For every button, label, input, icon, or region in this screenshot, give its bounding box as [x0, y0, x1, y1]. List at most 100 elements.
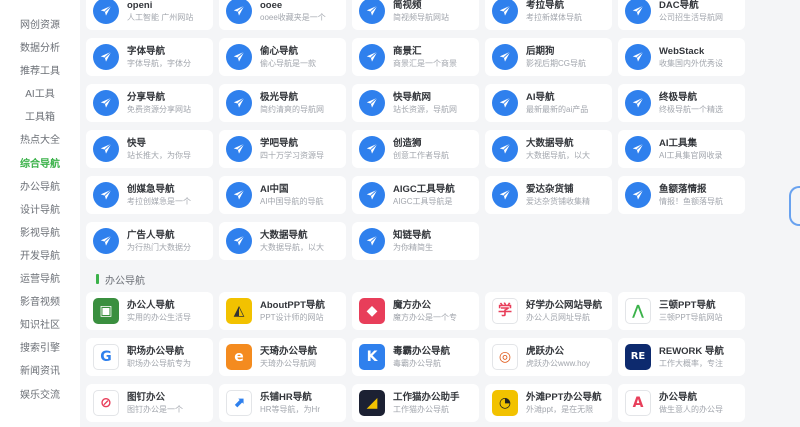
nav-card[interactable]: 创媒急导航 考拉创媒急是一个 — [86, 176, 213, 214]
sidebar-item[interactable]: 搜索引擎 — [8, 337, 72, 360]
k-letter-icon: K — [359, 344, 385, 370]
g-box-icon: G — [93, 344, 119, 370]
sidebar-item[interactable]: 设计导航 — [8, 199, 72, 222]
card-title: 商景汇 — [393, 45, 422, 57]
sidebar-item[interactable]: 工具箱 — [8, 106, 72, 129]
card-text: 考拉导航 考拉新媒体导航 — [526, 0, 610, 24]
card-title: AI工具集 — [659, 137, 698, 149]
card-title: AI中国 — [260, 183, 289, 195]
main-content: openi 人工智能 广州网站 ooee ooee收藏夹是一个 简视频 简视频导航网站 考拉… — [86, 0, 748, 427]
card-title: 工作猫办公助手 — [393, 391, 460, 403]
paper-plane-icon — [359, 90, 385, 116]
card-title: 办公人导航 — [127, 299, 175, 311]
card-title: 天琦办公导航 — [260, 345, 318, 357]
card-description: 毒霸办公导航 — [393, 358, 441, 368]
nav-card[interactable]: ⋀ 三顿PPT导航 三顿PPT导航网站 — [618, 292, 745, 330]
nav-card[interactable]: 鱼额落情报 情报！鱼额落导航 — [618, 176, 745, 214]
card-description: 考拉创媒急是一个 — [127, 196, 191, 206]
card-description: 影视后期CG导航 — [526, 58, 586, 68]
card-text: 大数据导航 大数据导航，以大 — [260, 229, 344, 254]
nav-card[interactable]: 分享导航 免费资源分享网站 — [86, 84, 213, 122]
paper-plane-icon — [492, 182, 518, 208]
card-description: 四十万学习资源导 — [260, 150, 324, 160]
sidebar-item[interactable]: 娱乐交流 — [8, 384, 72, 407]
nav-card[interactable]: 后期狗 影视后期CG导航 — [485, 38, 612, 76]
nav-card[interactable]: ⊘ 图钉办公 图钉办公是一个 — [86, 384, 213, 422]
sidebar-item[interactable]: 热点大全 — [8, 129, 72, 152]
nav-card[interactable]: 大数据导航 大数据导航，以大 — [485, 130, 612, 168]
paper-plane-icon — [492, 90, 518, 116]
nav-card[interactable]: ◭ AboutPPT导航 PPT设计师的网站 — [219, 292, 346, 330]
nav-card[interactable]: openi 人工智能 广州网站 — [86, 0, 213, 30]
nav-card[interactable]: 字体导航 字体导航，字体分 — [86, 38, 213, 76]
sidebar-item[interactable]: AI工具 — [8, 83, 72, 106]
nav-card[interactable]: DAC导航 公司招生活导航网 — [618, 0, 745, 30]
sidebar-item[interactable]: 影视导航 — [8, 222, 72, 245]
sidebar-item[interactable]: 办公导航 — [8, 176, 72, 199]
sidebar-item[interactable]: 网创资源 — [8, 14, 72, 37]
nav-card[interactable]: 广告人导航 为行热门大数据分 — [86, 222, 213, 260]
card-description: AI中国导航的导航 — [260, 196, 324, 206]
nav-card[interactable]: ◔ 外滩PPT办公导航 外滩ppt，是在无限 — [485, 384, 612, 422]
sidebar-item[interactable]: 知识社区 — [8, 314, 72, 337]
nav-card[interactable]: ⬈ 乐铺HR导航 HR等导航，为Hr — [219, 384, 346, 422]
nav-card[interactable]: AI中国 AI中国导航的导航 — [219, 176, 346, 214]
nav-card[interactable]: K 毒霸办公导航 毒霸办公导航 — [352, 338, 479, 376]
nav-card[interactable]: ▣ 办公人导航 实用的办公生活导 — [86, 292, 213, 330]
nav-card[interactable]: ooee ooee收藏夹是一个 — [219, 0, 346, 30]
nav-card[interactable]: A 办公导航 做生意人的办公导 — [618, 384, 745, 422]
nav-card[interactable]: 终极导航 终极导航一个精选 — [618, 84, 745, 122]
nav-card[interactable]: ◎ 虎跃办公 虎跃办公www.hoy — [485, 338, 612, 376]
sidebar-item[interactable]: 影音视频 — [8, 291, 72, 314]
card-title: WebStack — [659, 45, 705, 57]
card-text: 字体导航 字体导航，字体分 — [127, 45, 211, 70]
nav-card[interactable]: G 职场办公导航 职场办公导航专为 — [86, 338, 213, 376]
card-title: 终极导航 — [659, 91, 698, 103]
sidebar-item[interactable]: 推荐工具 — [8, 60, 72, 83]
nav-card[interactable]: 快导航网 站长资源，导航网 — [352, 84, 479, 122]
nav-card[interactable]: 学吧导航 四十万学习资源导 — [219, 130, 346, 168]
section-header: 办公导航 — [96, 272, 145, 287]
card-title: AboutPPT导航 — [260, 299, 325, 311]
nav-card[interactable]: ◢ 工作猫办公助手 工作猫办公导航 — [352, 384, 479, 422]
e-letter-icon: e — [226, 344, 252, 370]
nav-card[interactable]: AIGC工具导航 AIGC工具导航是 — [352, 176, 479, 214]
card-description: 考拉新媒体导航 — [526, 12, 582, 22]
card-text: AI中国 AI中国导航的导航 — [260, 183, 344, 208]
card-text: AboutPPT导航 PPT设计师的网站 — [260, 299, 344, 324]
card-description: AIGC工具导航是 — [393, 196, 453, 206]
nav-card[interactable]: 大数据导航 大数据导航，以大 — [219, 222, 346, 260]
nav-card[interactable]: 知链导航 为你精简生 — [352, 222, 479, 260]
card-text: openi 人工智能 广州网站 — [127, 0, 211, 24]
card-description: ooee收藏夹是一个 — [260, 12, 326, 22]
nav-card[interactable]: RE REWORK 导航 工作大概率，专注 — [618, 338, 745, 376]
card-text: WebStack 收集国内外优秀设 — [659, 45, 743, 70]
nav-card[interactable]: ◆ 魔方办公 魔方办公是一个专 — [352, 292, 479, 330]
nav-card[interactable]: 快导 站长推大，为你导 — [86, 130, 213, 168]
nav-card[interactable]: AI导航 最新最新的ai产品 — [485, 84, 612, 122]
nav-card[interactable]: 学好学办公网站导航 办公人员网址导航 — [485, 292, 612, 330]
nav-card[interactable]: 极光导航 简约清爽的导航网 — [219, 84, 346, 122]
sidebar-item[interactable]: 运营导航 — [8, 268, 72, 291]
nav-card[interactable]: WebStack 收集国内外优秀设 — [618, 38, 745, 76]
nav-card[interactable]: 简视频 简视频导航网站 — [352, 0, 479, 30]
card-title: 大数据导航 — [260, 229, 308, 241]
side-float-handle[interactable] — [789, 186, 800, 226]
nav-card[interactable]: e 天琦办公导航 天琦办公导航网 — [219, 338, 346, 376]
sidebar-item[interactable]: 新闻资讯 — [8, 360, 72, 383]
card-text: 鱼额落情报 情报！鱼额落导航 — [659, 183, 743, 208]
nav-card[interactable]: AI工具集 AI工具集官网收录 — [618, 130, 745, 168]
card-text: 大数据导航 大数据导航，以大 — [526, 137, 610, 162]
nav-card[interactable]: 商景汇 商景汇是一个商景 — [352, 38, 479, 76]
card-title: 虎跃办公 — [526, 345, 565, 357]
sidebar-item[interactable]: 开发导航 — [8, 245, 72, 268]
card-title: 简视频 — [393, 0, 422, 11]
nav-card[interactable]: 创造狮 创意工作者导航 — [352, 130, 479, 168]
card-title: AIGC工具导航 — [393, 183, 455, 195]
nav-card[interactable]: 偷心导航 偷心导航是一款 — [219, 38, 346, 76]
nav-card[interactable]: 爱达杂货铺 爱达杂货铺收集精 — [485, 176, 612, 214]
nav-card[interactable]: 考拉导航 考拉新媒体导航 — [485, 0, 612, 30]
sidebar-item[interactable]: 综合导航 — [8, 153, 72, 176]
card-title: 毒霸办公导航 — [393, 345, 451, 357]
sidebar-item[interactable]: 数据分析 — [8, 37, 72, 60]
